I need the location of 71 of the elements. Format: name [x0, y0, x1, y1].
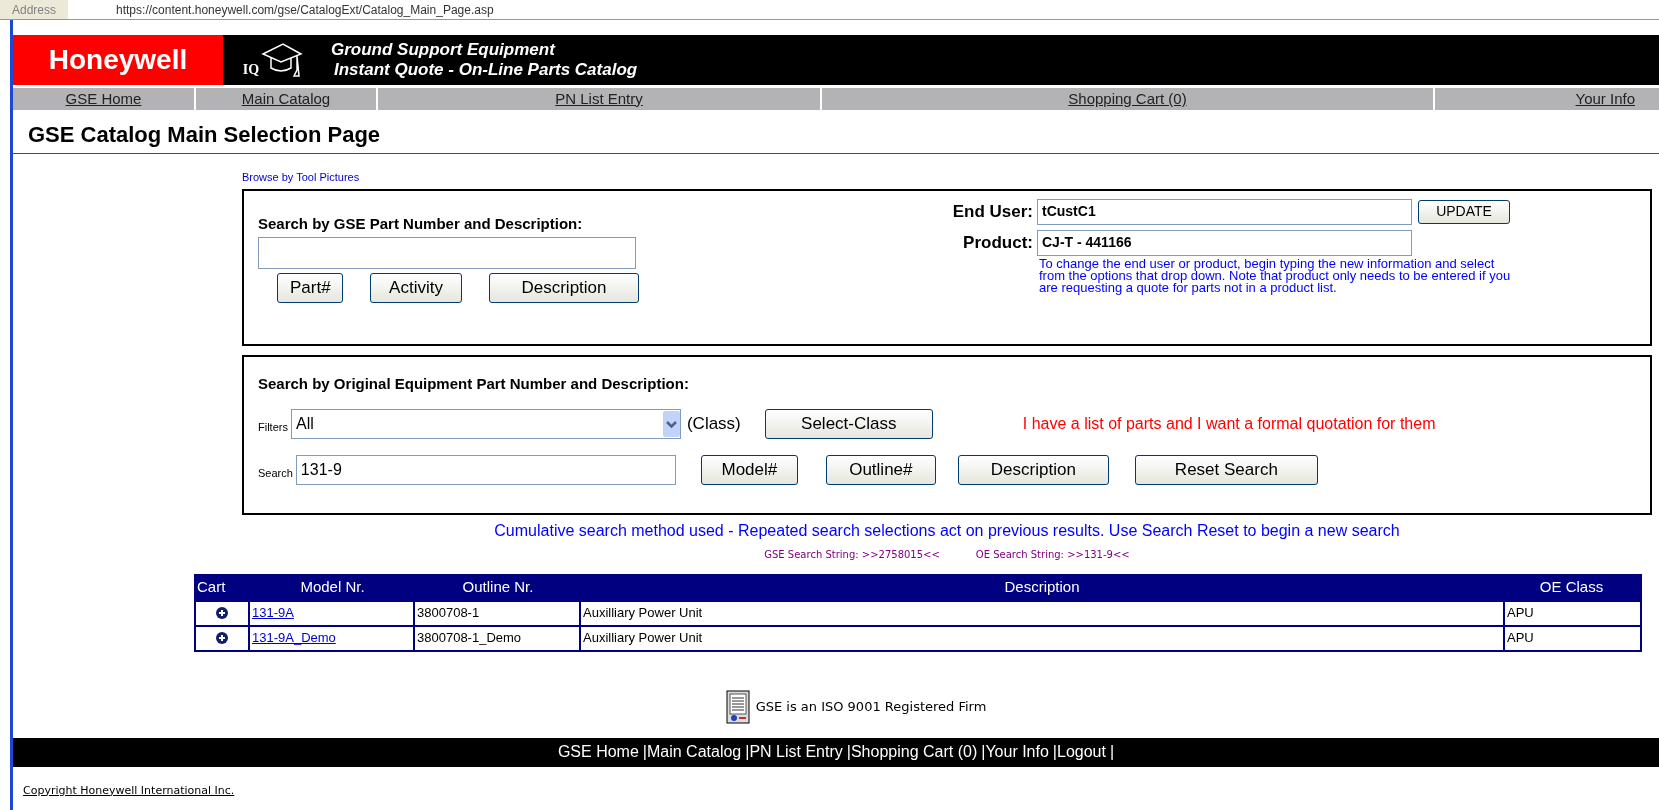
- product-field[interactable]: CJ-T - 441166: [1037, 229, 1412, 256]
- gse-search-string: GSE Search String: >>2758015<<: [764, 547, 940, 562]
- search-button[interactable]: Part#: [277, 273, 343, 303]
- iq-label: IQ: [242, 61, 260, 79]
- formal-quotation-link[interactable]: I have a list of parts and I want a formal quotation for them: [1022, 412, 1436, 436]
- oe-search-heading: Search by Original Equipment Part Number and Description:: [258, 373, 690, 394]
- add-to-cart-icon[interactable]: [216, 632, 228, 644]
- nav-tab[interactable]: Shopping Cart (0): [822, 88, 1433, 110]
- footer-separator: |: [981, 742, 986, 762]
- column-header: OE Class: [1538, 577, 1605, 598]
- column-header: Outline Nr.: [461, 577, 535, 598]
- footer-link[interactable]: GSE Home: [557, 740, 639, 764]
- end-user-label: End User:: [951, 200, 1033, 223]
- footer-separator: |: [846, 742, 851, 762]
- product-label: Product:: [962, 231, 1033, 254]
- search-button[interactable]: Description: [489, 273, 639, 303]
- gse-search-heading: Search by GSE Part Number and Description:: [258, 213, 584, 234]
- filter-dropdown[interactable]: All: [290, 409, 681, 439]
- footer-link[interactable]: Logout: [1057, 740, 1106, 764]
- footer-separator: |: [745, 742, 750, 762]
- instructions-text: To change the end user or product, begin typing the new information and select from the options that drop down. Note that product only needs to be entered if you are requesting a quote for parts not in a product list.: [1039, 257, 1512, 294]
- search-button[interactable]: Description: [957, 455, 1109, 485]
- column-header: Cart: [196, 577, 227, 598]
- header-subtitle: Instant Quote - On-Line Parts Catalog: [334, 60, 638, 80]
- honeywell-logo: Honeywell: [13, 35, 223, 85]
- search-button[interactable]: Model#: [700, 455, 798, 485]
- select-class-button[interactable]: Select-Class: [764, 409, 933, 439]
- table-cell: 3800708-1: [415, 601, 579, 625]
- footer-separator: |: [1052, 742, 1057, 762]
- table-cell: APU: [1505, 601, 1640, 625]
- column-header: Description: [1003, 577, 1081, 598]
- footer-separator: |: [642, 742, 647, 762]
- model-link[interactable]: 131-9A: [252, 603, 294, 623]
- search-button[interactable]: Reset Search: [1134, 455, 1318, 485]
- nav-tab[interactable]: Main Catalog: [196, 88, 376, 110]
- nav-tab[interactable]: GSE Home: [13, 88, 194, 110]
- footer-link[interactable]: Main Catalog: [646, 740, 742, 764]
- browse-link[interactable]: Browse by Tool Pictures: [242, 169, 360, 186]
- url-field[interactable]: https://content.honeywell.com/gse/CatalogExt/Catalog_Main_Page.asp: [68, 0, 1659, 19]
- end-user-field[interactable]: tCustC1: [1037, 198, 1412, 225]
- footer-link[interactable]: PN List Entry: [749, 740, 843, 764]
- iso-note: GSE is an ISO 9001 Registered Firm: [755, 697, 987, 716]
- gse-search-field[interactable]: [258, 237, 636, 269]
- certificate-icon: [725, 689, 750, 724]
- table-cell: 3800708-1_Demo: [415, 626, 579, 650]
- add-to-cart-icon[interactable]: [216, 607, 228, 619]
- oe-search-field[interactable]: 131-9: [295, 455, 676, 485]
- search-button[interactable]: Outline#: [825, 455, 936, 485]
- footer-separator: |: [1109, 742, 1115, 762]
- graduation-cap-icon: [261, 40, 304, 80]
- chevron-down-icon: [662, 411, 680, 437]
- footer-link[interactable]: Your Info: [985, 740, 1049, 764]
- class-label: (Class): [686, 413, 741, 436]
- header-title: Ground Support Equipment: [331, 40, 557, 60]
- filters-label: Filters: [258, 419, 288, 435]
- footer-link[interactable]: Shopping Cart (0): [850, 740, 978, 764]
- table-cell: Auxilliary Power Unit: [581, 601, 1503, 625]
- model-link[interactable]: 131-9A_Demo: [252, 628, 336, 648]
- search-button[interactable]: Activity: [370, 273, 462, 303]
- column-header: Model Nr.: [299, 577, 366, 598]
- address-label: Address: [11, 1, 58, 19]
- update-button[interactable]: UPDATE: [1418, 199, 1510, 224]
- nav-tab[interactable]: PN List Entry: [378, 88, 820, 110]
- search-method-notice: Cumulative search method used - Repeated search selections act on previous results. Use Search Reset to begin a new search: [494, 520, 1400, 541]
- nav-tab[interactable]: Your Info: [1435, 88, 1659, 110]
- search-label: Search: [258, 465, 293, 481]
- oe-search-string: OE Search String: >>131-9<<: [975, 547, 1130, 562]
- copyright-link[interactable]: Copyright Honeywell International Inc.: [23, 782, 235, 799]
- table-cell: APU: [1505, 626, 1640, 650]
- table-cell: Auxilliary Power Unit: [581, 626, 1503, 650]
- page-title: GSE Catalog Main Selection Page: [28, 121, 382, 149]
